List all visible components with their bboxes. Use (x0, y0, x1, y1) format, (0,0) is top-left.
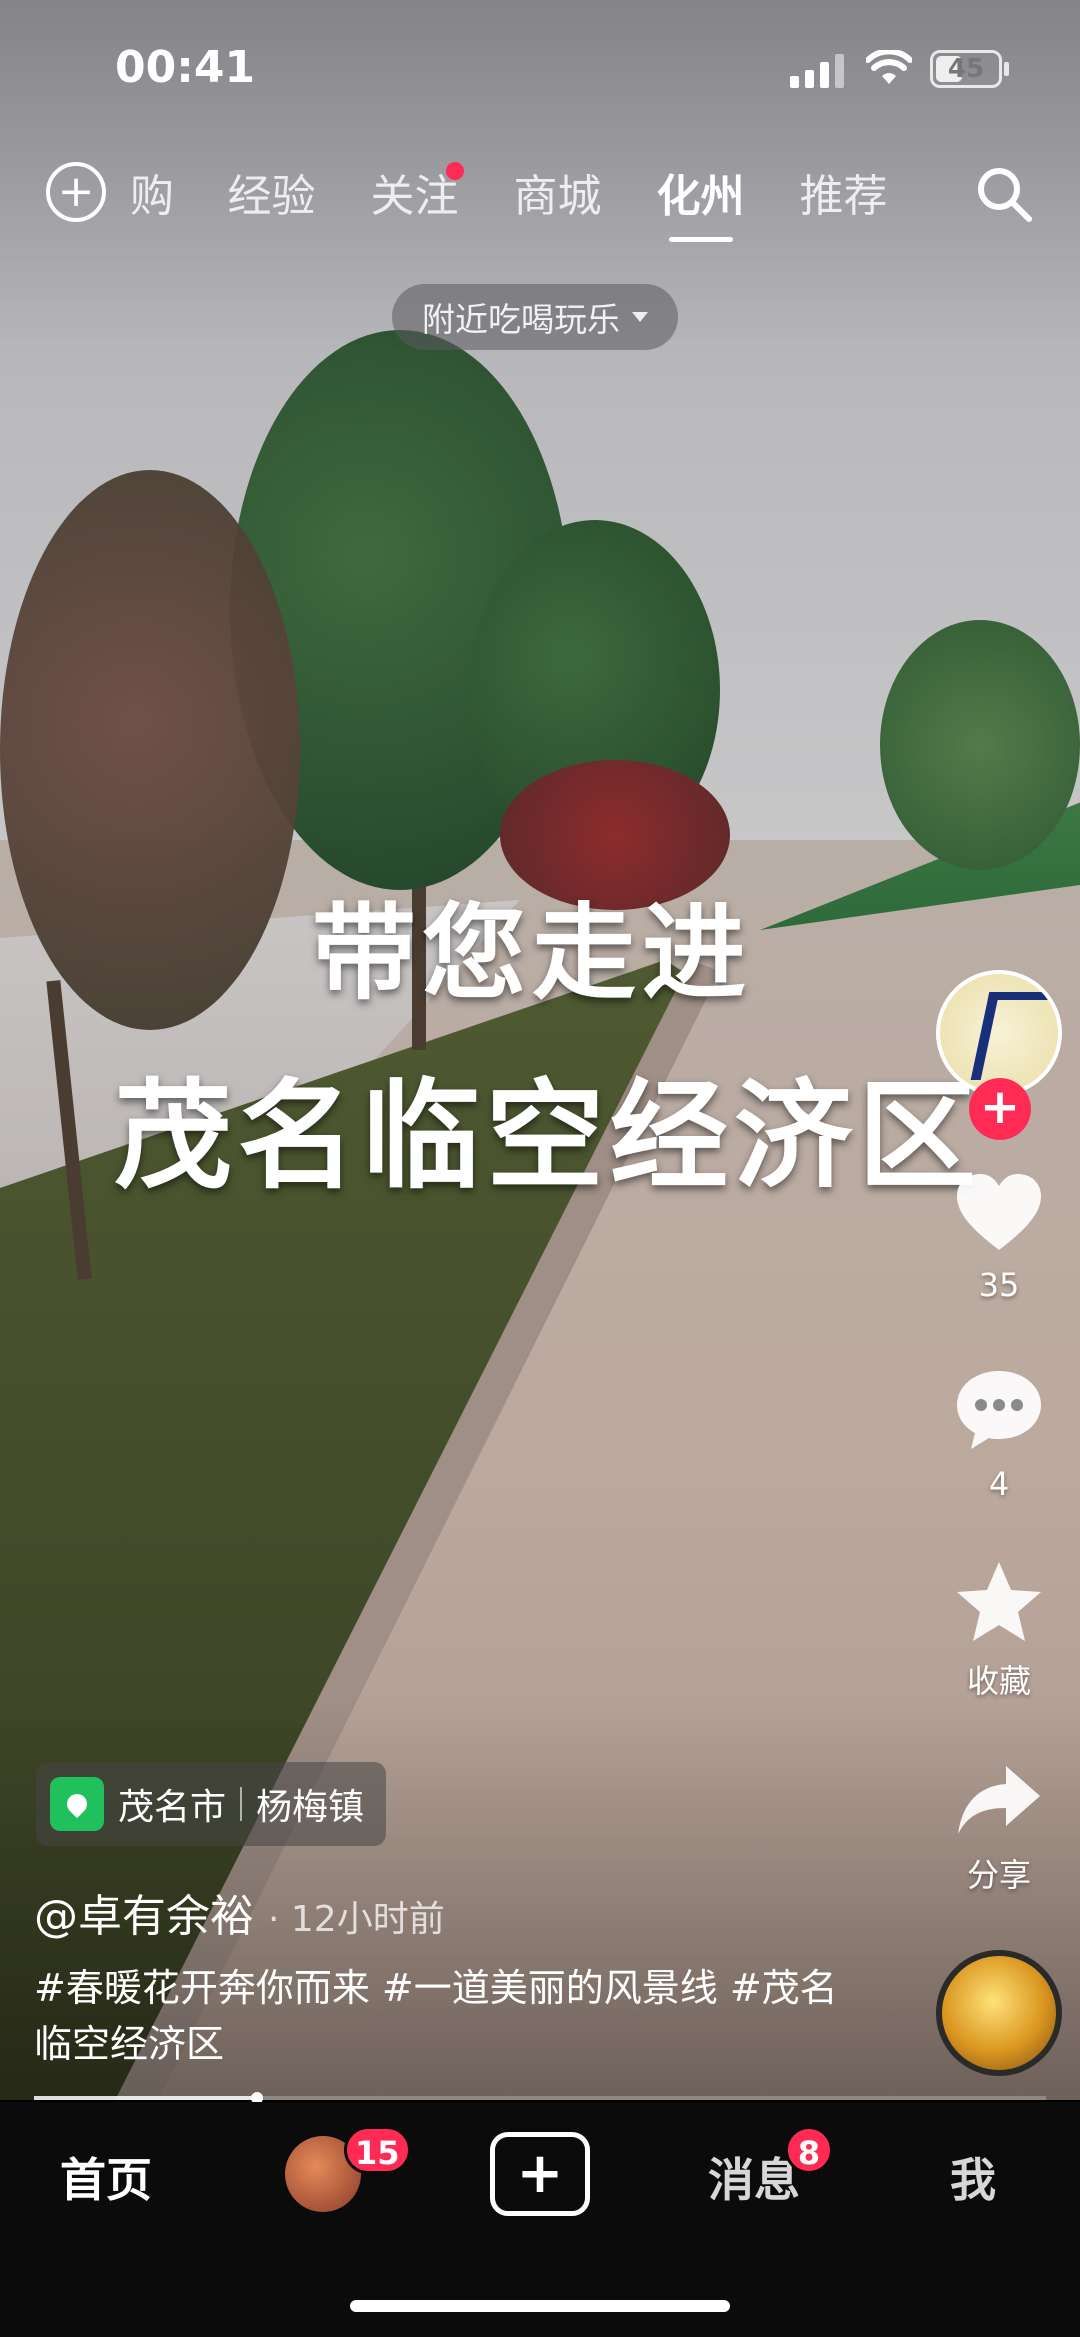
tab-following[interactable]: 关注 (343, 160, 486, 224)
comment-button[interactable]: 4 (924, 1365, 1074, 1503)
create-button[interactable]: + (490, 2132, 590, 2216)
tree (880, 620, 1080, 870)
post-time: · 12小时前 (268, 1899, 445, 1940)
tab-shopping[interactable]: 购 (130, 160, 200, 224)
add-circle-icon[interactable]: + (46, 162, 106, 222)
battery-percent: 45 (947, 54, 985, 84)
follow-button[interactable]: + (969, 1078, 1031, 1140)
like-button[interactable]: 35 (924, 1170, 1074, 1304)
tab-local[interactable]: 化州 (629, 160, 772, 224)
video-caption-line2: 茂名临空经济区 (113, 1067, 982, 1205)
location-pin-icon (50, 1777, 104, 1831)
share-label: 分享 (966, 1856, 1031, 1894)
progress-fill (34, 2096, 257, 2100)
top-nav: + 购 经验 关注 商城 化州 推荐 (0, 150, 1080, 240)
top-tabs: 购 经验 关注 商城 化州 推荐 (130, 160, 915, 224)
tab-experience[interactable]: 经验 (200, 160, 343, 224)
home-indicator[interactable] (350, 2300, 730, 2312)
status-bar: 00:41 45 (0, 0, 1080, 140)
battery-icon: 45 (930, 50, 1002, 88)
tab-recommend[interactable]: 推荐 (772, 160, 915, 224)
chevron-down-icon (632, 312, 648, 322)
favorite-button[interactable]: 收藏 (924, 1558, 1074, 1702)
nearby-filter-button[interactable]: 附近吃喝玩乐 (392, 284, 678, 350)
tab-me[interactable]: 我 (950, 2144, 996, 2210)
tab-following-label: 关注 (370, 171, 459, 222)
notification-dot (446, 162, 464, 180)
share-button[interactable]: 分享 (924, 1762, 1074, 1896)
post-description[interactable]: #春暖花开奔你而来 #一道美丽的风景线 #茂名临空经济区 (34, 1960, 844, 2072)
favorite-label: 收藏 (966, 1662, 1031, 1700)
star-icon (957, 1562, 1041, 1641)
share-arrow-icon (958, 1766, 1040, 1834)
comment-icon (957, 1371, 1041, 1449)
avatar-calligraphy (970, 992, 1056, 1080)
location-city: 茂名市 (118, 1787, 227, 1828)
tab-home[interactable]: 首页 (60, 2144, 152, 2210)
cellular-signal-icon (790, 52, 844, 88)
music-disc[interactable] (936, 1950, 1062, 2076)
friends-badge: 15 (344, 2126, 411, 2174)
location-town: 杨梅镇 (256, 1787, 365, 1828)
video-caption-line1: 带您走进 (311, 892, 752, 1014)
nearby-filter-label: 附近吃喝玩乐 (422, 300, 620, 339)
heart-icon (957, 1174, 1041, 1250)
author-name[interactable]: @卓有余裕 (34, 1880, 254, 1944)
status-time: 00:41 (115, 42, 256, 93)
video-progress-bar[interactable] (34, 2092, 1046, 2104)
search-icon[interactable] (972, 162, 1036, 226)
author-line: @卓有余裕 · 12小时前 (34, 1880, 445, 1944)
like-count: 35 (978, 1266, 1020, 1304)
messages-badge: 8 (785, 2126, 833, 2174)
tab-mall[interactable]: 商城 (486, 160, 629, 224)
location-tag[interactable]: 茂名市 杨梅镇 (36, 1762, 387, 1846)
wifi-icon (866, 50, 912, 84)
battery-tip (1004, 62, 1009, 76)
divider (240, 1787, 243, 1821)
comment-count: 4 (988, 1465, 1010, 1503)
